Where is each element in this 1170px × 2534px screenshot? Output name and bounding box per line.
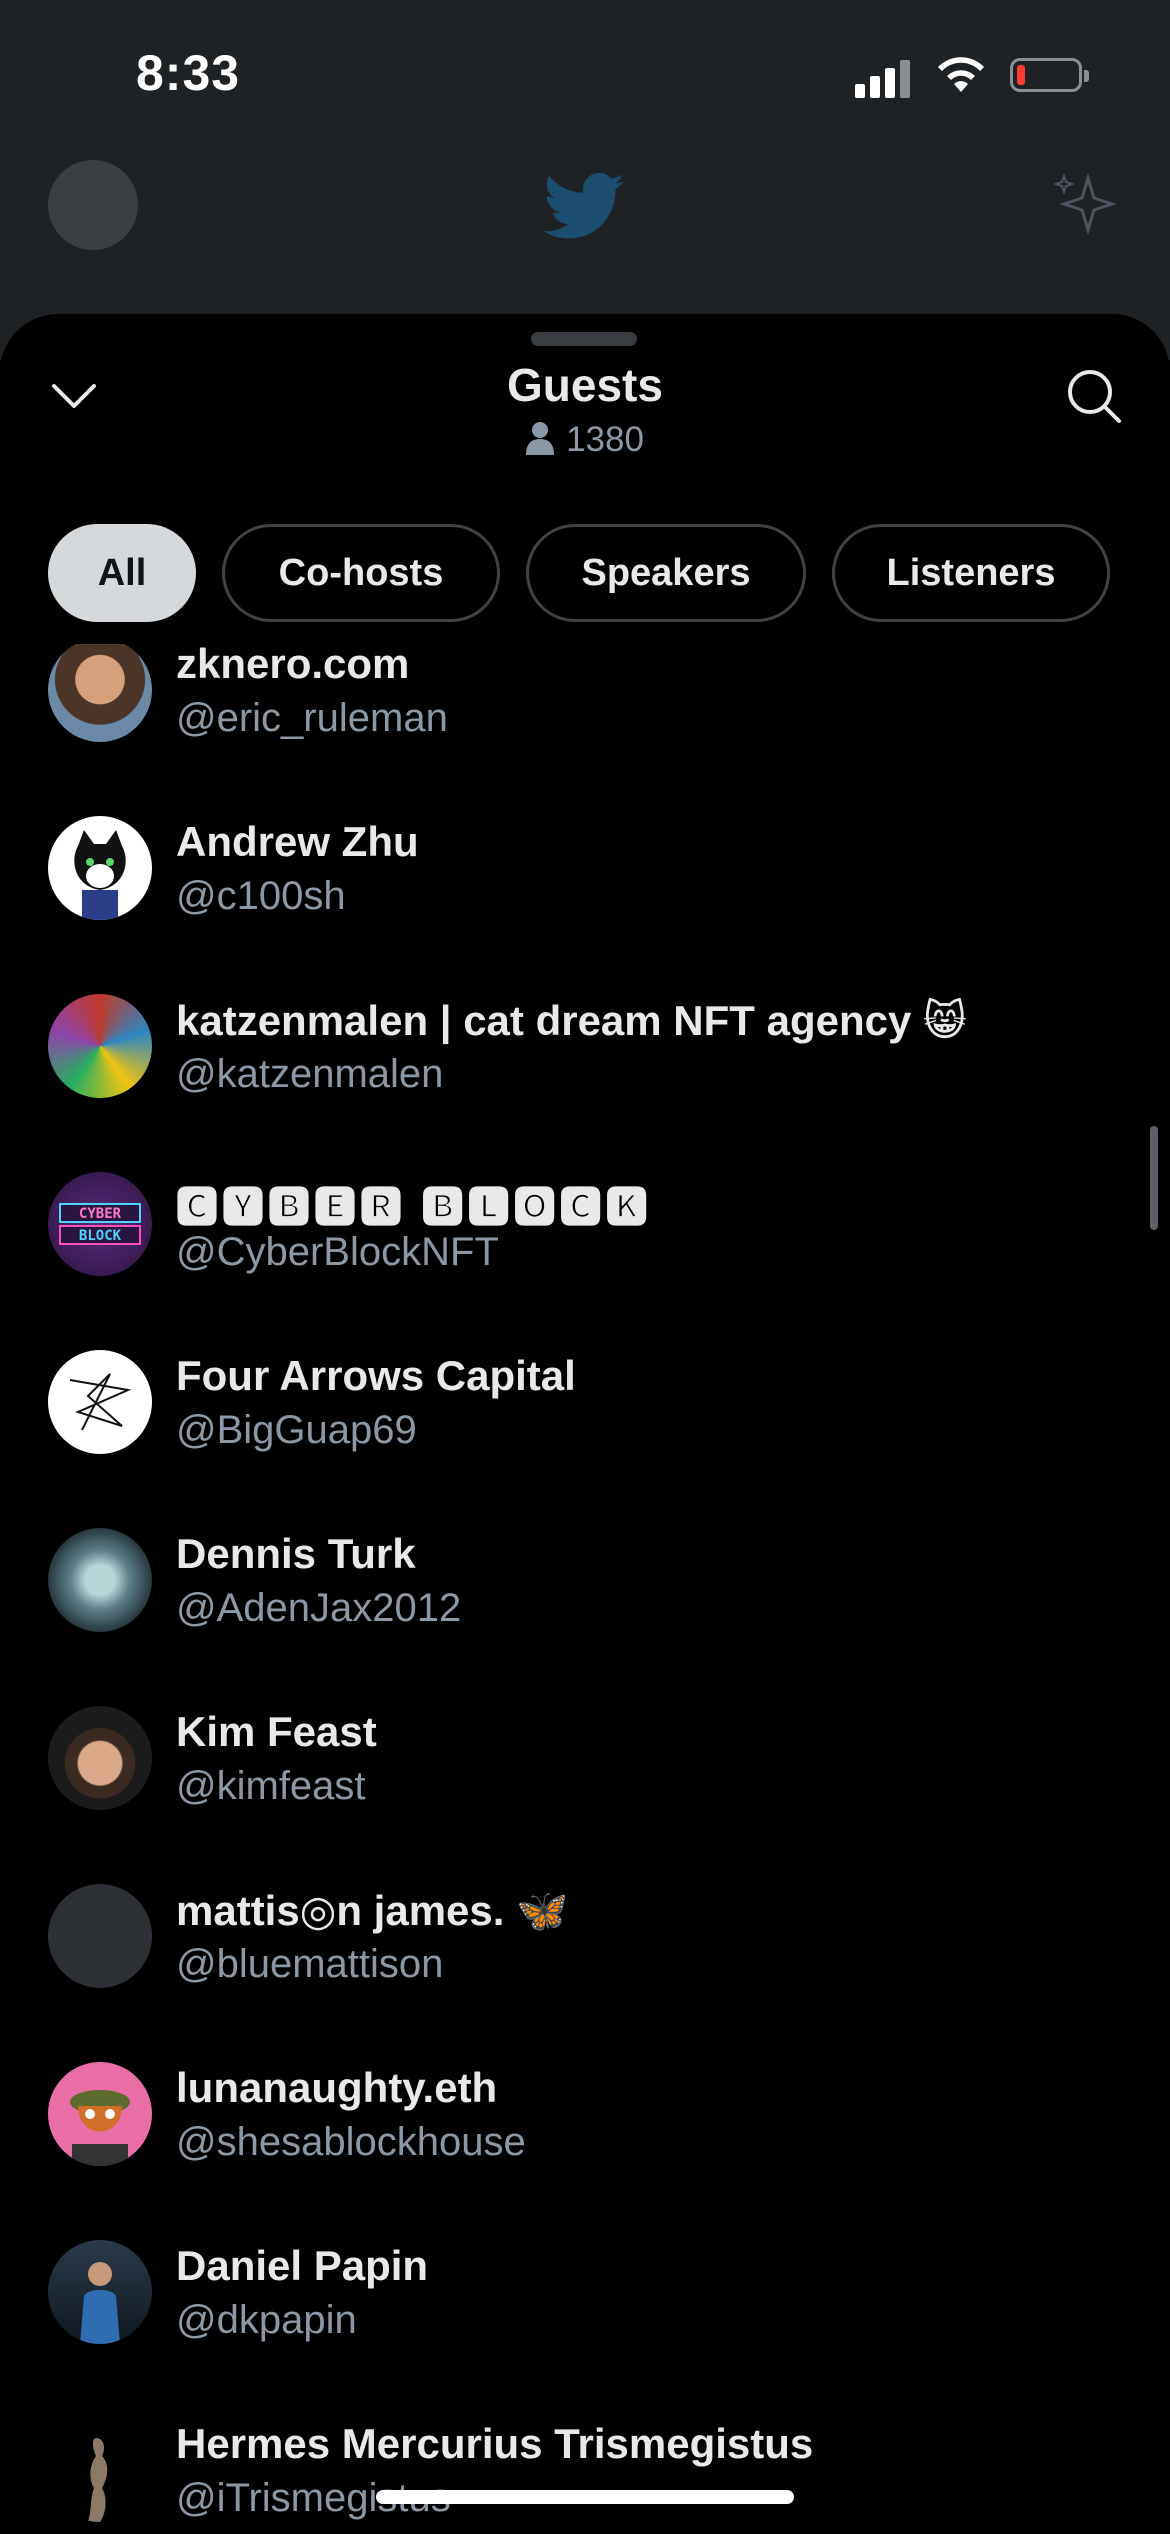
list-item[interactable]: Hermes Mercurius Trismegistus @iTrismegi… <box>0 2384 1170 2534</box>
twitter-bird-icon <box>544 172 625 239</box>
guest-name: 🅲🆈🅱🅴🆁 🅱🅻🅾🅲🅺 <box>176 1184 652 1231</box>
sparkle-icon <box>1052 172 1117 236</box>
list-item[interactable]: Daniel Papin @dkpapin <box>0 2206 1170 2384</box>
avatar <box>48 2062 152 2166</box>
background-app: 8:33 <box>0 0 1170 360</box>
scrollbar[interactable] <box>1150 1126 1158 1230</box>
guest-handle: @bluemattison <box>176 1942 444 1986</box>
guest-name: Hermes Mercurius Trismegistus <box>176 2420 814 2467</box>
avatar <box>48 1706 152 1810</box>
guest-name: zknero.com <box>176 644 410 687</box>
avatar <box>48 994 152 1098</box>
avatar: CYBER BLOCK <box>48 1172 152 1276</box>
guest-handle: @shesablockhouse <box>176 2120 526 2164</box>
avatar <box>48 2240 152 2344</box>
avatar <box>48 1884 152 1988</box>
guest-name: lunanaughty.eth <box>176 2064 498 2111</box>
avatar <box>48 2418 152 2522</box>
avatar <box>48 1528 152 1632</box>
cellular-signal-icon <box>855 58 915 98</box>
list-item[interactable]: mattis◎n james. 🦋 @bluemattison <box>0 1850 1170 2028</box>
person-icon <box>526 422 555 455</box>
avatar <box>48 816 152 920</box>
status-bar: 8:33 <box>0 0 1170 150</box>
tab-co-hosts[interactable]: Co-hosts <box>222 524 500 622</box>
status-time: 8:33 <box>136 45 241 101</box>
battery-icon <box>1010 58 1089 92</box>
guest-name: Four Arrows Capital <box>176 1352 576 1399</box>
avatar <box>48 1350 152 1454</box>
guest-handle: @dkpapin <box>176 2298 357 2342</box>
guest-name: Dennis Turk <box>176 1530 416 1577</box>
guest-name: katzenmalen | cat dream NFT agency 😸 <box>176 997 967 1044</box>
tab-listeners[interactable]: Listeners <box>832 524 1110 622</box>
guest-name: Daniel Papin <box>176 2242 429 2289</box>
avatar <box>48 644 152 742</box>
list-item[interactable]: CYBER BLOCK 🅲🆈🅱🅴🆁 🅱🅻🅾🅲🅺 @CyberBlockNFT <box>0 1138 1170 1316</box>
sheet-title: Guests <box>507 359 663 411</box>
guest-list: zknero.com @eric_ruleman Andrew Zhu @c10… <box>0 644 1170 2534</box>
list-item[interactable]: Four Arrows Capital @BigGuap69 <box>0 1316 1170 1494</box>
guest-handle: @BigGuap69 <box>176 1408 417 1452</box>
svg-text:BLOCK: BLOCK <box>79 1228 122 1244</box>
tab-speakers[interactable]: Speakers <box>526 524 806 622</box>
listener-count: 1380 <box>0 420 1170 460</box>
tab-all[interactable]: All <box>48 524 196 622</box>
list-item[interactable]: lunanaughty.eth @shesablockhouse <box>0 2028 1170 2206</box>
guest-handle: @kimfeast <box>176 1764 366 1808</box>
guests-sheet: Guests 1380 All Co-hosts Speakers Listen… <box>0 314 1170 2532</box>
home-indicator[interactable] <box>376 2490 794 2504</box>
sheet-grabber[interactable] <box>531 332 637 346</box>
svg-text:CYBER: CYBER <box>79 1206 122 1222</box>
guest-handle: @CyberBlockNFT <box>176 1230 499 1274</box>
listener-count-value: 1380 <box>566 420 644 459</box>
list-item[interactable]: zknero.com @eric_ruleman <box>0 644 1170 782</box>
list-item[interactable]: katzenmalen | cat dream NFT agency 😸 @ka… <box>0 960 1170 1138</box>
guest-handle: @AdenJax2012 <box>176 1586 462 1630</box>
guest-handle: @eric_ruleman <box>176 696 448 740</box>
wifi-icon <box>938 57 984 92</box>
search-icon[interactable] <box>1064 366 1124 426</box>
guest-name: Kim Feast <box>176 1708 377 1755</box>
list-item[interactable]: Andrew Zhu @c100sh <box>0 782 1170 960</box>
guest-handle: @c100sh <box>176 874 346 918</box>
guest-name: Andrew Zhu <box>176 818 419 865</box>
list-item[interactable]: Dennis Turk @AdenJax2012 <box>0 1494 1170 1672</box>
guest-handle: @katzenmalen <box>176 1052 444 1096</box>
guest-name: mattis◎n james. 🦋 <box>176 1887 569 1934</box>
list-item[interactable]: Kim Feast @kimfeast <box>0 1672 1170 1850</box>
bg-profile-avatar <box>48 160 138 250</box>
